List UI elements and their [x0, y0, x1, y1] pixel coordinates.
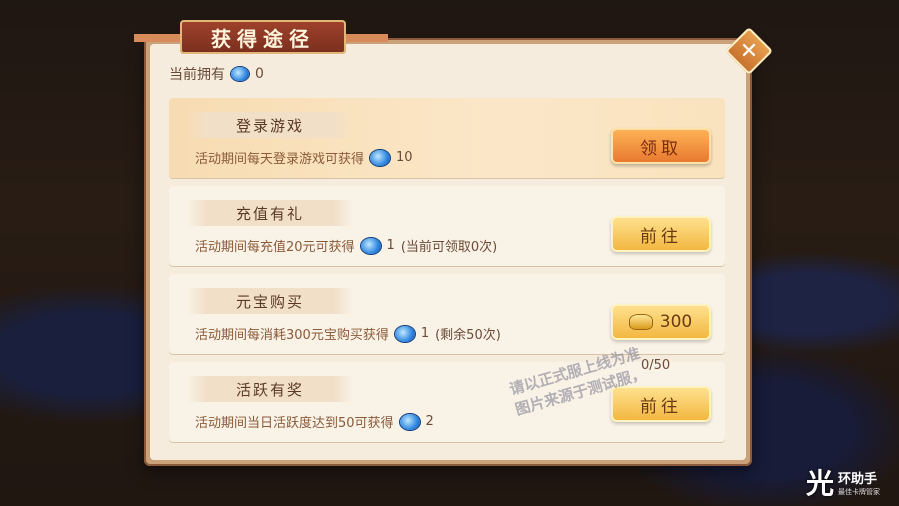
- row-amount: 10: [396, 150, 413, 165]
- list-item-login: 登录游戏 活动期间每天登录游戏可获得 10 领取: [169, 98, 725, 178]
- owned-currency: 当前拥有 0: [169, 64, 264, 84]
- row-label: 活跃有奖: [187, 376, 353, 402]
- owned-count: 0: [255, 66, 264, 82]
- row-description: 活动期间当日活跃度达到50可获得 2: [195, 412, 434, 431]
- owned-label: 当前拥有: [169, 67, 225, 83]
- row-extra: (剩余50次): [435, 328, 501, 343]
- blue-gem-icon: [394, 325, 415, 342]
- row-description: 活动期间每充值20元可获得 1 (当前可领取0次): [195, 236, 497, 255]
- dialog-title-tab: 获得途径: [180, 20, 346, 54]
- blue-gem-icon: [360, 237, 381, 254]
- blue-gem-icon: [231, 67, 249, 81]
- claim-button-label: 领取: [640, 138, 682, 159]
- acquisition-list[interactable]: 登录游戏 活动期间每天登录游戏可获得 10 领取 充值有礼 活动期间每充值20元…: [169, 98, 725, 450]
- row-label: 充值有礼: [187, 200, 353, 226]
- row-desc-text: 活动期间每充值20元可获得: [195, 240, 355, 255]
- row-label: 登录游戏: [187, 112, 353, 138]
- claim-button[interactable]: 领取: [611, 128, 711, 164]
- go-button-activity[interactable]: 前往: [611, 386, 711, 422]
- row-description: 活动期间每消耗300元宝购买获得 1 (剩余50次): [195, 324, 501, 343]
- activity-progress: 0/50: [641, 358, 671, 373]
- logo-name: 环助手: [838, 471, 878, 487]
- app-logo: 光 环助手 最佳卡牌管家: [806, 462, 880, 502]
- blue-gem-icon: [370, 149, 391, 166]
- go-button-label: 前往: [640, 226, 682, 247]
- close-button[interactable]: ✕: [724, 26, 774, 76]
- logo-mark: 光: [806, 467, 835, 500]
- close-icon: ✕: [739, 38, 759, 64]
- row-amount: 2: [425, 414, 434, 429]
- dialog-title: 获得途径: [211, 26, 315, 51]
- row-extra: (当前可领取0次): [400, 240, 498, 255]
- row-desc-text: 活动期间每天登录游戏可获得: [195, 152, 365, 167]
- row-desc-text: 活动期间每消耗300元宝购买获得: [195, 328, 389, 343]
- list-item-recharge: 充值有礼 活动期间每充值20元可获得 1 (当前可领取0次) 前往: [169, 186, 725, 266]
- go-button-label: 前往: [640, 396, 682, 417]
- buy-button-price: 300: [659, 312, 693, 332]
- list-item-ingot-purchase: 元宝购买 活动期间每消耗300元宝购买获得 1 (剩余50次) 300: [169, 274, 725, 354]
- gold-ingot-icon: [629, 315, 652, 329]
- row-amount: 1: [386, 238, 395, 253]
- row-desc-text: 活动期间当日活跃度达到50可获得: [195, 416, 394, 431]
- buy-button[interactable]: 300: [611, 304, 711, 340]
- blue-gem-icon: [399, 413, 420, 430]
- logo-tagline: 最佳卡牌管家: [838, 487, 881, 496]
- row-label: 元宝购买: [187, 288, 353, 314]
- row-description: 活动期间每天登录游戏可获得 10: [195, 148, 413, 167]
- go-button-recharge[interactable]: 前往: [611, 216, 711, 252]
- row-amount: 1: [420, 326, 430, 341]
